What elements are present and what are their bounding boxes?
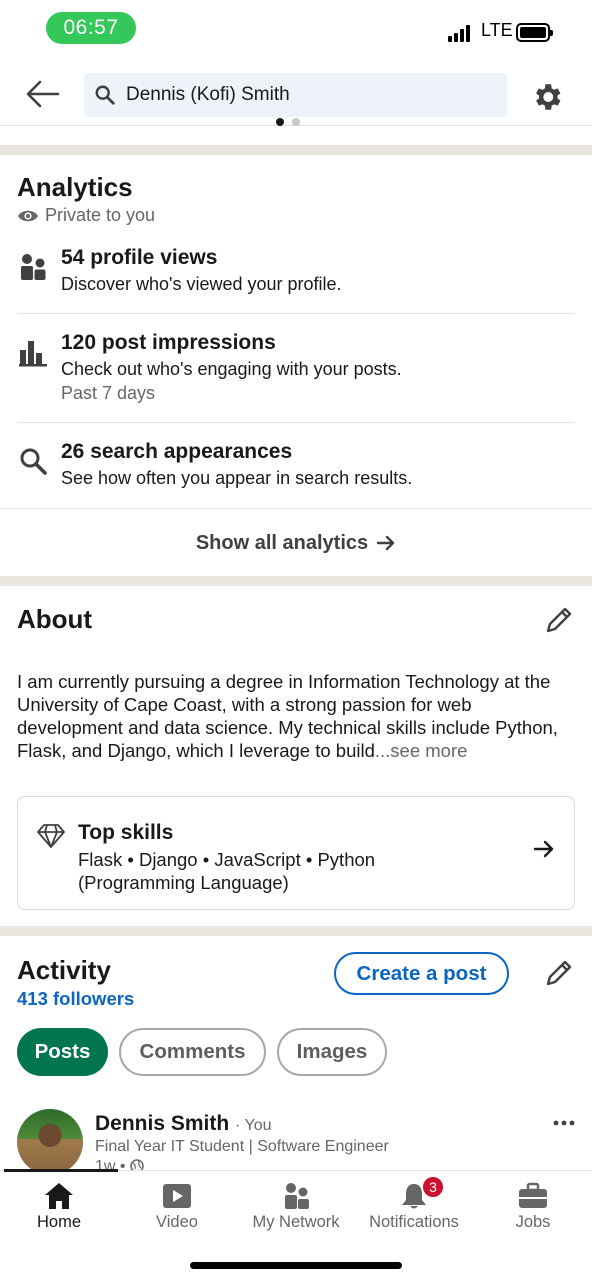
nav-label: Jobs: [515, 1213, 551, 1231]
top-skills-title: Top skills: [78, 821, 174, 844]
video-icon: [163, 1184, 191, 1208]
tab-posts[interactable]: Posts: [17, 1028, 108, 1076]
activity-title: Activity: [17, 955, 111, 985]
create-post-button[interactable]: Create a post: [334, 952, 509, 995]
see-more-link[interactable]: ...see more: [375, 740, 468, 761]
edit-about-button[interactable]: [543, 604, 575, 636]
settings-button[interactable]: [530, 80, 564, 114]
nav-label: Video: [156, 1213, 198, 1231]
privacy-text: Private to you: [45, 205, 156, 225]
post-header: Dennis Smith · You Final Year IT Student…: [0, 1106, 592, 1172]
divider-line: [18, 313, 574, 314]
nav-label: Home: [36, 1213, 81, 1231]
nav-label: Notifications: [369, 1213, 459, 1231]
search-icon: [20, 448, 47, 475]
top-skills-card[interactable]: Top skills Flask • Django • JavaScript •…: [17, 796, 575, 910]
briefcase-icon: [519, 1182, 547, 1208]
network-type: LTE: [481, 20, 513, 40]
pencil-icon: [546, 960, 572, 986]
privacy-label: Private to you: [17, 205, 155, 226]
carousel-dots: [276, 118, 300, 126]
analytics-item-subtitle: Discover who's viewed your profile.: [61, 274, 342, 294]
search-bar[interactable]: [84, 73, 507, 117]
analytics-item-subtitle: See how often you appear in search resul…: [61, 468, 413, 488]
section-divider: [0, 145, 592, 155]
edit-activity-button[interactable]: [543, 957, 575, 989]
about-body: I am currently pursuing a degree in Info…: [17, 671, 558, 761]
divider-line: [0, 508, 592, 509]
back-button[interactable]: [22, 76, 64, 112]
analytics-profile-views[interactable]: 54 profile views Discover who's viewed y…: [0, 246, 592, 302]
analytics-title: Analytics: [17, 172, 133, 202]
status-bar: 06:57 LTE: [0, 0, 592, 62]
show-all-analytics-button[interactable]: Show all analytics: [0, 510, 592, 576]
post-relation: · You: [235, 1117, 272, 1134]
home-icon: [45, 1183, 73, 1209]
tab-images[interactable]: Images: [277, 1028, 387, 1076]
top-skills-list: Flask • Django • JavaScript • Python (Pr…: [78, 849, 376, 893]
show-all-label: Show all analytics: [195, 531, 369, 554]
divider-line: [18, 422, 574, 423]
arrow-right-icon: [376, 535, 395, 551]
post-headline: Final Year IT Student | Software Enginee…: [95, 1138, 389, 1155]
diamond-icon: [37, 824, 65, 848]
about-text: I am currently pursuing a degree in Info…: [17, 670, 579, 762]
top-bar: [0, 62, 592, 126]
search-icon: [95, 85, 115, 105]
analytics-item-title: 54 profile views: [61, 246, 218, 269]
avatar[interactable]: [17, 1109, 83, 1172]
status-time: 06:57: [46, 12, 136, 44]
nav-home[interactable]: Home: [0, 1171, 118, 1251]
gear-icon: [536, 84, 561, 110]
home-indicator: [190, 1262, 402, 1269]
analytics-item-title: 120 post impressions: [61, 331, 276, 354]
signal-icon: [448, 24, 470, 42]
nav-notifications[interactable]: 3 Notifications: [355, 1171, 473, 1251]
post-author[interactable]: Dennis Smith · You: [95, 1112, 272, 1136]
analytics-item-title: 26 search appearances: [61, 440, 293, 463]
followers-count[interactable]: 413 followers: [17, 988, 134, 1010]
search-input[interactable]: [126, 84, 496, 106]
section-divider: [0, 576, 592, 586]
analytics-search-appearances[interactable]: 26 search appearances See how often you …: [0, 440, 592, 496]
section-divider: [0, 926, 592, 936]
people-icon: [21, 254, 46, 280]
pencil-icon: [546, 607, 572, 633]
bar-chart-icon: [19, 341, 47, 367]
analytics-item-note: Past 7 days: [61, 383, 156, 403]
post-author-name: Dennis Smith: [95, 1112, 230, 1135]
nav-label: My Network: [252, 1213, 340, 1231]
analytics-item-subtitle: Check out who's engaging with your posts…: [61, 359, 402, 379]
eye-icon: [18, 210, 38, 221]
nav-video[interactable]: Video: [118, 1171, 236, 1251]
back-arrow-icon: [26, 80, 60, 108]
nav-my-network[interactable]: My Network: [237, 1171, 355, 1251]
analytics-post-impressions[interactable]: 120 post impressions Check out who's eng…: [0, 331, 592, 411]
battery-icon: [516, 23, 553, 42]
about-title: About: [17, 604, 93, 634]
nav-jobs[interactable]: Jobs: [474, 1171, 592, 1251]
arrow-right-icon: [533, 840, 554, 858]
notification-badge: 3: [421, 1175, 445, 1199]
network-icon: [285, 1183, 309, 1209]
more-options-icon[interactable]: [552, 1118, 576, 1128]
tab-comments[interactable]: Comments: [119, 1028, 266, 1076]
